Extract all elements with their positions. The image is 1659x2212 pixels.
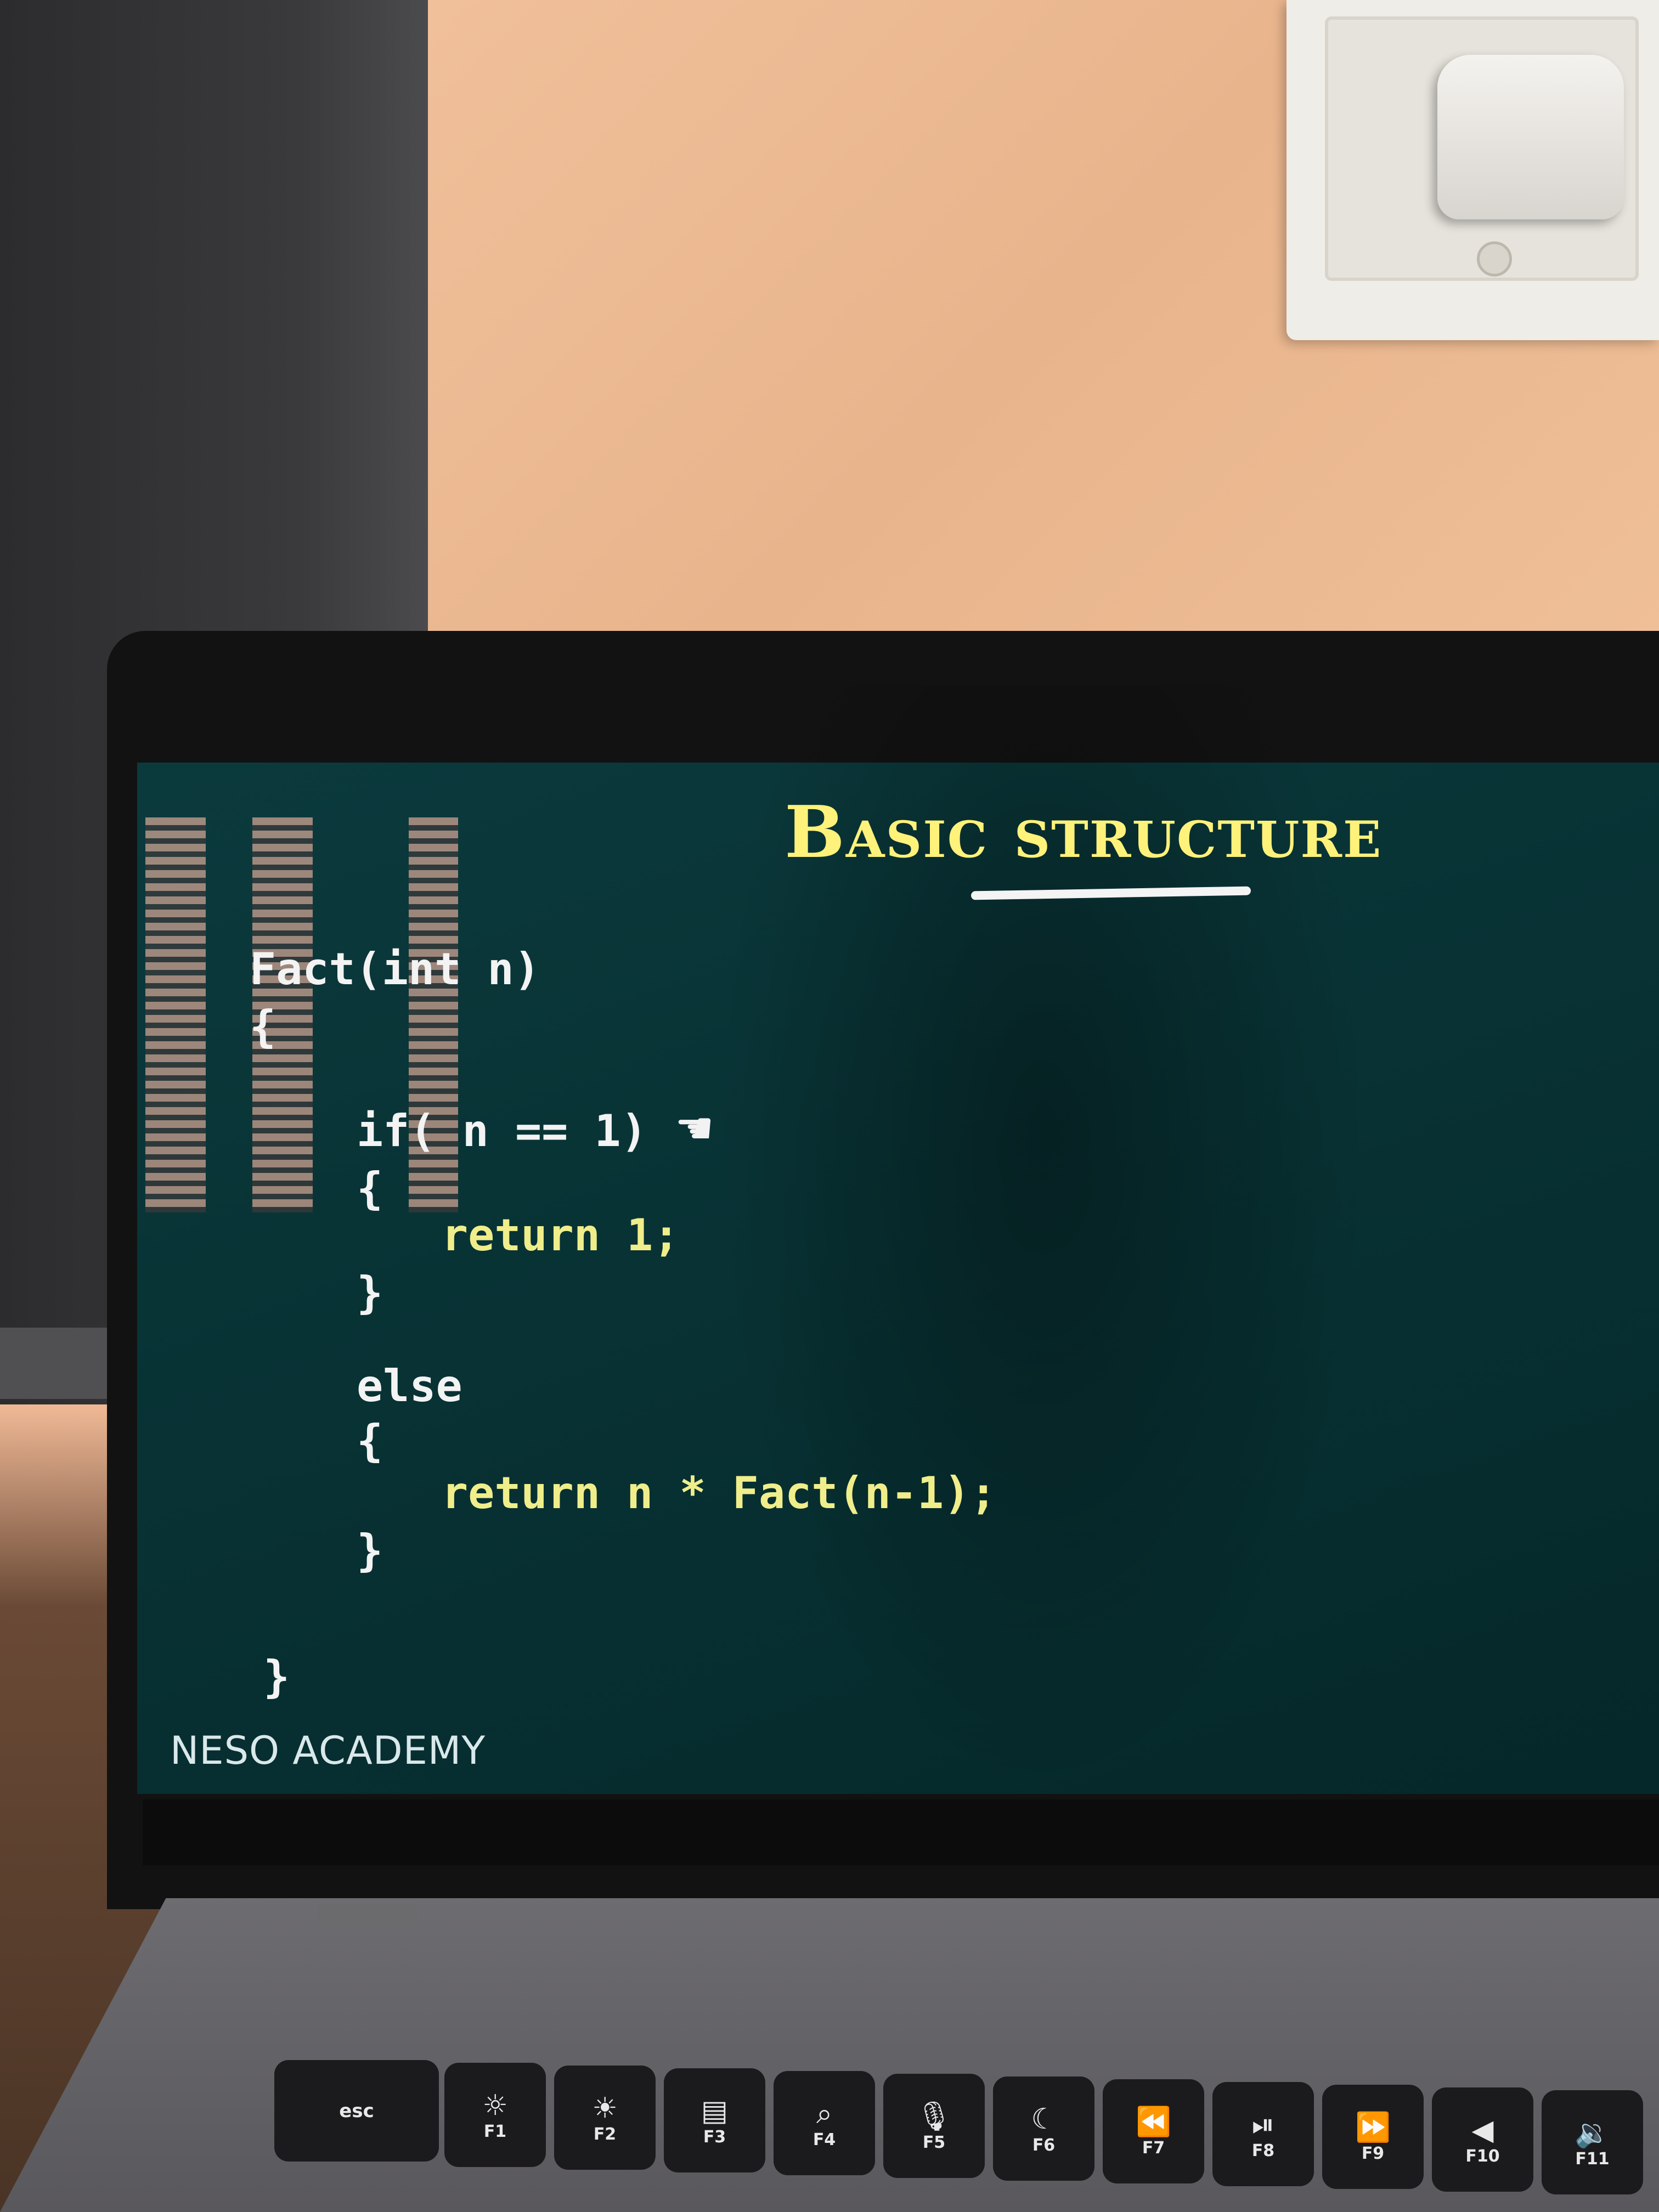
search-icon: ⌕ [816, 2097, 833, 2130]
volume-down-icon: 🔉 [1575, 2116, 1610, 2149]
esc-key[interactable]: esc [274, 2060, 439, 2162]
code-line: Fact(int n) [250, 944, 540, 995]
moon-icon: ☾ [1031, 2102, 1057, 2136]
f8-key[interactable]: ⏯ F8 [1212, 2082, 1314, 2186]
hand-cursor-icon: ☚ [675, 1103, 714, 1154]
f7-key[interactable]: ⏪ F7 [1103, 2079, 1204, 2183]
f3-key[interactable]: ▤ F3 [664, 2068, 765, 2172]
mission-control-icon: ▤ [701, 2094, 729, 2128]
hinge [318, 1904, 417, 1926]
f1-key[interactable]: ☼ F1 [444, 2063, 546, 2167]
code-line: return 1; [442, 1210, 680, 1261]
code-line: else [357, 1361, 462, 1412]
socket-switch [1477, 241, 1512, 276]
brand-label: NESO ACADEMY [170, 1728, 486, 1773]
fast-forward-icon: ⏩ [1355, 2111, 1391, 2144]
code-line: if( n == 1) [357, 1105, 647, 1156]
window-reflection [145, 817, 206, 1212]
screen-bezel [143, 1799, 1659, 1865]
code-line: { [357, 1415, 383, 1466]
f5-key[interactable]: 🎙 F5 [883, 2074, 985, 2178]
f2-key[interactable]: ☀ F2 [554, 2066, 656, 2170]
rewind-icon: ⏪ [1136, 2105, 1171, 2138]
f11-key[interactable]: 🔉 F11 [1542, 2090, 1643, 2194]
f10-key[interactable]: ◀ F10 [1432, 2087, 1533, 2192]
f4-key[interactable]: ⌕ F4 [774, 2071, 875, 2175]
brightness-up-icon: ☀ [592, 2091, 618, 2125]
code-line: return n * Fact(n-1); [442, 1468, 997, 1519]
code-line: } [357, 1525, 383, 1576]
code-line: } [357, 1267, 383, 1318]
f6-key[interactable]: ☾ F6 [993, 2076, 1094, 2181]
code-line: { [250, 1001, 276, 1052]
slide-title: Basic structure [785, 790, 1383, 874]
mute-icon: ◀ [1471, 2113, 1494, 2147]
play-pause-icon: ⏯ [1251, 2108, 1275, 2141]
power-adapter [1437, 55, 1624, 219]
f9-key[interactable]: ⏩ F9 [1322, 2085, 1424, 2189]
code-line: { [357, 1163, 383, 1214]
microphone-icon: 🎙 [916, 2100, 952, 2133]
brightness-down-icon: ☼ [482, 2089, 508, 2122]
code-line: } [263, 1651, 290, 1702]
